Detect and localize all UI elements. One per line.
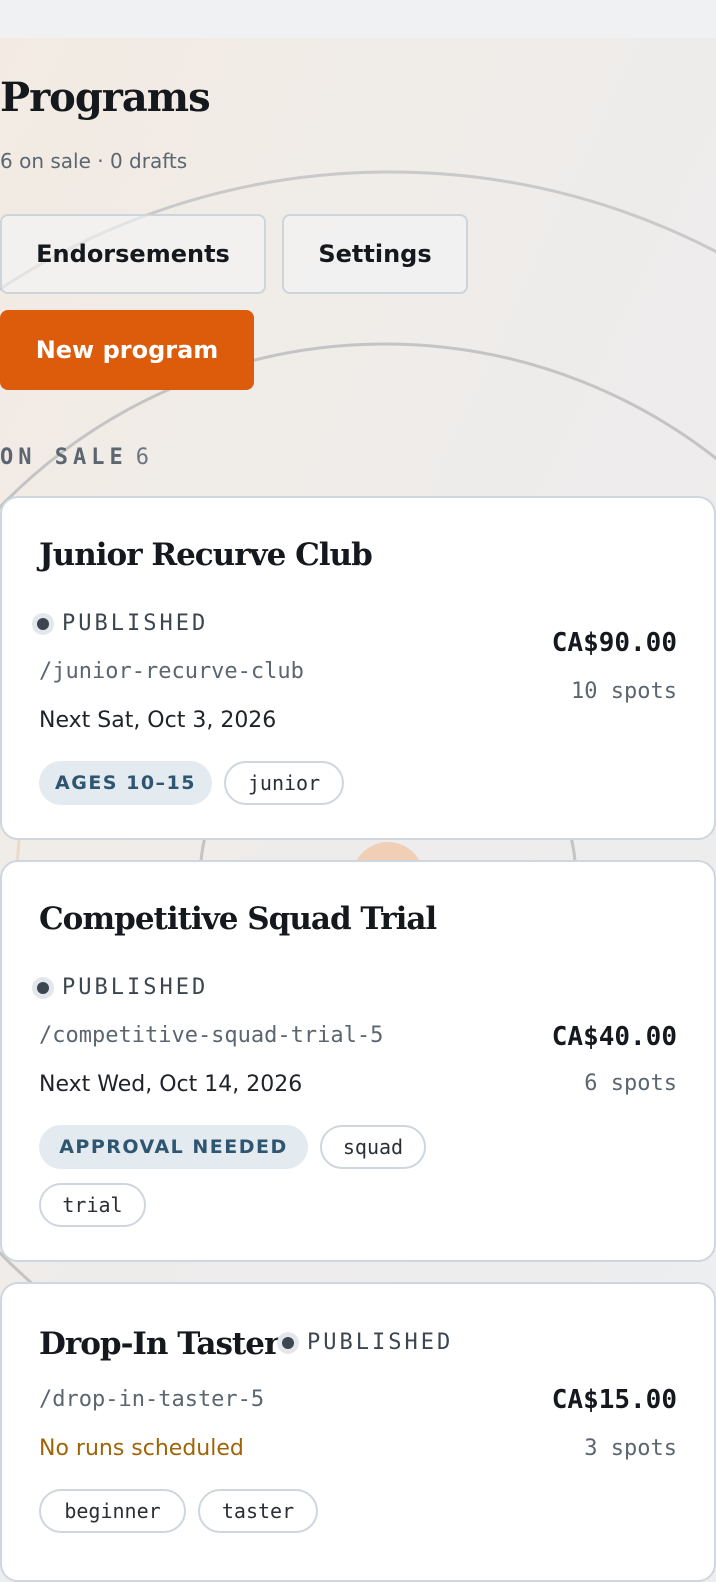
program-slug: /junior-recurve-club	[39, 659, 304, 684]
status-badge: PUBLISHED	[32, 608, 208, 640]
program-price: CA$90.00	[551, 628, 677, 658]
next-run: Next Sat, Oct 3, 2026	[39, 708, 277, 733]
requirement-badge: AGES 10–15	[39, 761, 212, 805]
section-heading-on-sale: ON SALE 6	[0, 442, 149, 474]
page-subtitle: 6 on sale · 0 drafts	[0, 149, 188, 173]
status-label: PUBLISHED	[62, 611, 209, 636]
program-slug: /competitive-squad-trial-5	[39, 1023, 384, 1048]
program-price: CA$15.00	[551, 1385, 677, 1415]
next-run: Next Wed, Oct 14, 2026	[39, 1072, 303, 1097]
program-title[interactable]: Competitive Squad Trial	[39, 897, 437, 941]
settings-button[interactable]: Settings	[282, 214, 468, 294]
program-title[interactable]: Junior Recurve Club	[39, 533, 373, 577]
program-slug: /drop-in-taster-5	[39, 1387, 265, 1412]
endorsements-button[interactable]: Endorsements	[0, 214, 266, 294]
status-dot-icon	[32, 613, 54, 635]
tag-chip[interactable]: junior	[224, 761, 344, 805]
page-title: Programs	[0, 74, 211, 121]
program-spots: 3 spots	[584, 1436, 677, 1461]
next-run: No runs scheduled	[39, 1436, 244, 1461]
status-badge: PUBLISHED	[32, 972, 208, 1004]
status-dot-icon	[277, 1332, 299, 1354]
program-card[interactable]: Drop-In Taster PUBLISHED /drop-in-taster…	[0, 1282, 716, 1582]
status-dot-icon	[32, 977, 54, 999]
tag-chip[interactable]: squad	[320, 1125, 426, 1169]
status-label: PUBLISHED	[307, 1330, 454, 1355]
status-label: PUBLISHED	[62, 975, 209, 1000]
program-spots: 10 spots	[571, 679, 677, 704]
requirement-badge: APPROVAL NEEDED	[39, 1125, 308, 1169]
section-label: ON SALE	[0, 445, 128, 470]
program-spots: 6 spots	[584, 1071, 677, 1096]
status-badge: PUBLISHED	[277, 1327, 453, 1359]
program-price: CA$40.00	[551, 1022, 677, 1052]
tag-chip[interactable]: beginner	[39, 1489, 186, 1533]
section-count: 6	[135, 445, 149, 470]
tag-chip[interactable]: trial	[39, 1183, 146, 1227]
program-card[interactable]: Junior Recurve Club PUBLISHED /junior-re…	[0, 496, 716, 840]
top-bar	[0, 0, 716, 38]
program-card[interactable]: Competitive Squad Trial PUBLISHED /compe…	[0, 860, 716, 1262]
new-program-button[interactable]: New program	[0, 310, 254, 390]
program-title[interactable]: Drop-In Taster	[39, 1322, 280, 1366]
tag-chip[interactable]: taster	[198, 1489, 318, 1533]
